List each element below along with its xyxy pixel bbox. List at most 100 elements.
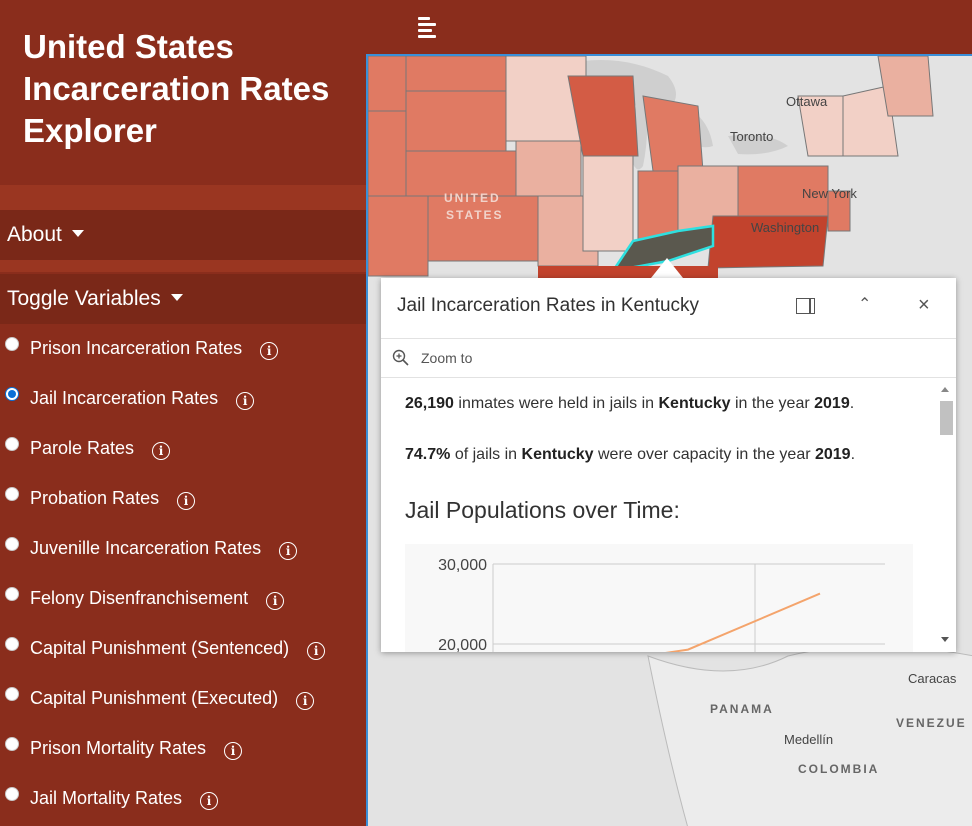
popup-scrollbar[interactable] [936, 379, 956, 652]
radio-prison-incarceration[interactable] [5, 337, 19, 351]
map-label-new-york: New York [802, 186, 857, 201]
radio-capital-executed[interactable] [5, 687, 19, 701]
info-icon[interactable]: i [177, 492, 196, 510]
radio-jail-mortality[interactable] [5, 787, 19, 801]
variable-label: Jail Mortality Rates [30, 787, 183, 808]
stat-year: 2019 [814, 446, 851, 463]
y-tick-label: 30,000 [438, 557, 487, 574]
close-icon[interactable]: × [918, 294, 930, 317]
variable-label: Juvenille Incarceration Rates [30, 537, 262, 558]
map-label-caracas: Caracas [908, 671, 957, 686]
popup-actions: Zoom to [381, 338, 956, 378]
about-toggle[interactable]: About [0, 210, 366, 260]
info-icon[interactable]: i [224, 742, 243, 760]
variable-option-prison-incarceration[interactable]: Prison Incarceration Rates i [5, 335, 279, 361]
map-label-washington: Washington [751, 220, 820, 235]
dock-icon[interactable] [796, 298, 815, 314]
radio-probation[interactable] [5, 487, 19, 501]
stat-text: . [850, 446, 856, 463]
variable-option-jail-mortality[interactable]: Jail Mortality Rates i [5, 785, 219, 811]
sidebar-divider [0, 260, 366, 272]
menu-icon[interactable] [418, 17, 438, 38]
stat-capacity-value: 74.7% [405, 446, 451, 463]
map-label-states: STATES [446, 208, 504, 222]
info-icon[interactable]: i [296, 692, 315, 710]
y-tick-label: 20,000 [438, 637, 487, 652]
radio-prison-mortality[interactable] [5, 737, 19, 751]
radio-felony-disenfranchisement[interactable] [5, 587, 19, 601]
variable-option-jail-incarceration[interactable]: Jail Incarceration Rates i [5, 385, 255, 411]
variable-option-capital-sentenced[interactable]: Capital Punishment (Sentenced) i [5, 635, 326, 661]
variable-label: Capital Punishment (Sentenced) [30, 637, 290, 658]
map-label-venezuela: VENEZUE [896, 716, 967, 730]
scroll-thumb[interactable] [940, 401, 953, 435]
map-label-toronto: Toronto [730, 129, 774, 144]
radio-capital-sentenced[interactable] [5, 637, 19, 651]
variable-option-probation[interactable]: Probation Rates i [5, 485, 196, 511]
variable-option-capital-executed[interactable]: Capital Punishment (Executed) i [5, 685, 315, 711]
app-title-line-3: Explorer [23, 112, 157, 149]
variable-label: Prison Incarceration Rates [30, 337, 243, 358]
chevron-up-icon[interactable]: ⌃ [858, 294, 871, 314]
zoom-to-button[interactable]: Zoom to [421, 350, 472, 366]
stat-state: Kentucky [658, 395, 731, 412]
stat-inmates-value: 26,190 [405, 395, 454, 412]
variable-label: Parole Rates [30, 437, 135, 458]
radio-juvenile[interactable] [5, 537, 19, 551]
caret-down-icon [71, 230, 84, 237]
variable-label: Probation Rates [30, 487, 160, 508]
caret-down-icon [170, 294, 183, 301]
map-label-medellin: Medellín [784, 732, 834, 747]
popup-title: Jail Incarceration Rates in Kentucky [397, 295, 700, 316]
popup: Jail Incarceration Rates in Kentucky ⌃ ×… [381, 278, 956, 652]
info-icon[interactable]: i [266, 592, 285, 610]
map-label-colombia: COLOMBIA [798, 762, 880, 776]
popup-body: 26,190 inmates were held in jails in Ken… [381, 379, 956, 652]
radio-parole[interactable] [5, 437, 19, 451]
app-title-line-1: United States [23, 28, 234, 65]
variable-label: Capital Punishment (Executed) [30, 687, 279, 708]
info-icon[interactable]: i [200, 792, 219, 810]
top-bar [366, 0, 972, 54]
variable-option-prison-mortality[interactable]: Prison Mortality Rates i [5, 735, 243, 761]
variable-option-parole[interactable]: Parole Rates i [5, 435, 171, 461]
stat-text: were over capacity in the year [593, 446, 815, 463]
sidebar: United States Incarceration Rates Explor… [0, 0, 366, 826]
stat-state: Kentucky [521, 446, 594, 463]
map-label-panama: PANAMA [710, 702, 774, 716]
info-icon[interactable]: i [260, 342, 279, 360]
stat-capacity: 74.7% of jails in Kentucky were over cap… [405, 446, 855, 464]
info-icon[interactable]: i [307, 642, 326, 660]
info-icon[interactable]: i [236, 392, 255, 410]
chart-container: 30,000 20,000 [405, 544, 913, 652]
chart-title: Jail Populations over Time: [405, 497, 680, 523]
variable-option-felony-disenfranchisement[interactable]: Felony Disenfranchisement i [5, 585, 285, 611]
map-label-united: UNITED [444, 191, 501, 205]
variable-option-juvenile[interactable]: Juvenille Incarceration Rates i [5, 535, 298, 561]
app-title: United States Incarceration Rates Explor… [23, 26, 353, 152]
info-icon[interactable]: i [152, 442, 171, 460]
radio-jail-incarceration[interactable] [5, 387, 19, 401]
info-icon[interactable]: i [279, 542, 298, 560]
stat-text: in the year [730, 395, 815, 412]
variable-label: Felony Disenfranchisement [30, 587, 249, 608]
stat-text: . [849, 395, 855, 412]
popup-pointer [651, 258, 683, 278]
line-chart: 30,000 20,000 [438, 557, 885, 652]
stat-year: 2019 [814, 395, 850, 412]
toggle-variables-label: Toggle Variables [7, 287, 161, 310]
sidebar-divider [0, 185, 366, 210]
variable-label: Prison Mortality Rates [30, 737, 207, 758]
scroll-down-icon[interactable] [941, 637, 949, 642]
variable-label: Jail Incarceration Rates [30, 387, 219, 408]
app-title-line-2: Incarceration Rates [23, 70, 330, 107]
series-line [665, 592, 821, 652]
stat-text: of jails in [450, 446, 522, 463]
stat-inmates: 26,190 inmates were held in jails in Ken… [405, 395, 854, 413]
about-label: About [7, 223, 62, 246]
zoom-in-icon[interactable] [392, 349, 410, 367]
map-label-ottawa: Ottawa [786, 94, 828, 109]
scroll-up-icon[interactable] [941, 387, 949, 392]
toggle-variables-toggle[interactable]: Toggle Variables [0, 274, 366, 324]
stat-text: inmates were held in jails in [453, 395, 659, 412]
